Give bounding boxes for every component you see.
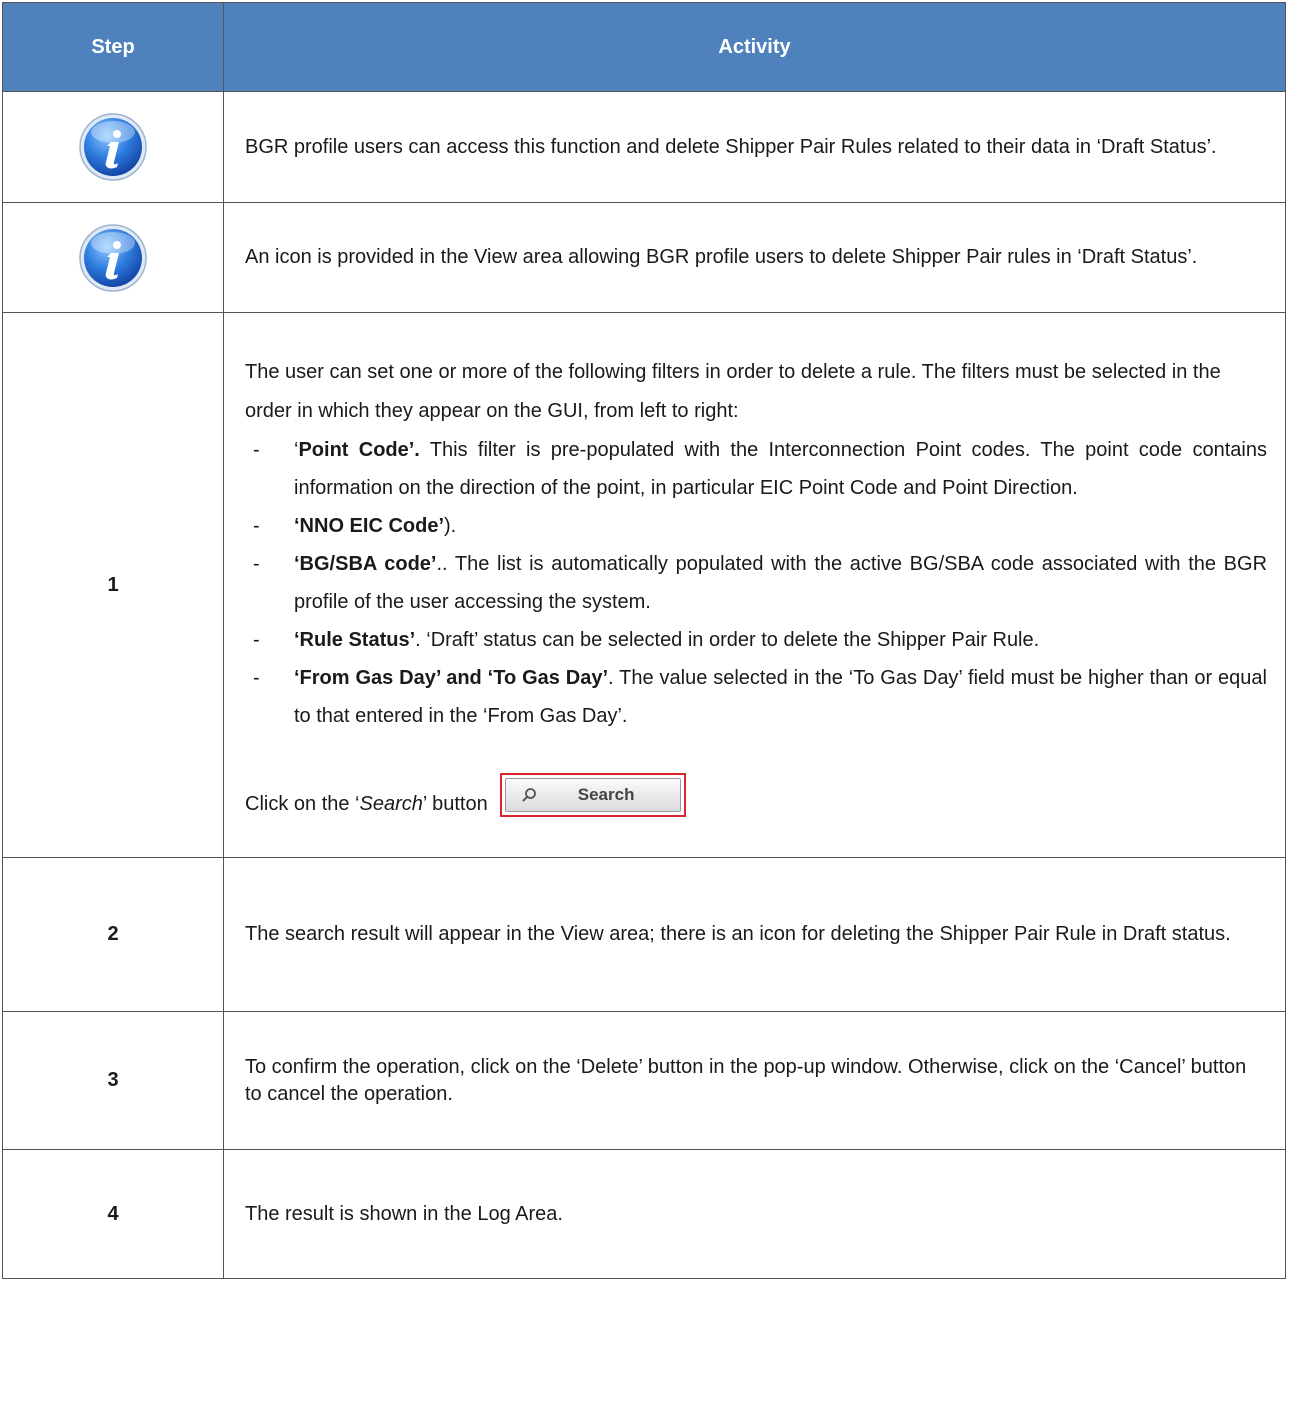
filter-description: This filter is pre-populated with the In… (294, 439, 1267, 499)
activity-cell: An icon is provided in the View area all… (223, 202, 1286, 313)
list-item: - ‘NNO EIC Code’). (253, 515, 457, 537)
activity-cell: The search result will appear in the Vie… (223, 857, 1286, 1012)
list-item: - ‘Point Code’. This filter is pre-popula… (253, 439, 1267, 499)
step-number: 2 (2, 857, 224, 1012)
filter-description: . ‘Draft’ status can be selected in orde… (415, 629, 1040, 651)
list-item: - ‘BG/SBA code’.. The list is automatical… (253, 553, 1268, 613)
search-button[interactable]: Search (504, 778, 681, 812)
table-header-row: Step Activity (2, 2, 1286, 92)
step-number: 1 (2, 312, 224, 858)
search-button-label: Search (577, 784, 635, 804)
filter-name: ‘From Gas Day’ and ‘To Gas Day’ (294, 667, 609, 689)
filter-list: - ‘Point Code’. This filter is pre-popula… (245, 431, 1267, 735)
step-cell (2, 91, 224, 203)
info-icon (79, 223, 147, 292)
search-instruction: Click on the ‘Search’ button Search (245, 773, 1267, 817)
activity-cell: BGR profile users can access this functi… (223, 91, 1286, 203)
filters-intro: The user can set one or more of the foll… (245, 361, 1221, 422)
steps-table: Step Activity BGR profile users can acce… (2, 2, 1286, 1279)
activity-column-header: Activity (223, 2, 1286, 92)
info-icon (79, 113, 147, 181)
activity-cell: To confirm the operation, click on the ‘… (223, 1011, 1286, 1150)
step-number: 3 (2, 1011, 224, 1150)
filter-name: ‘BG/SBA code’ (294, 553, 437, 575)
table-row: BGR profile users can access this functi… (2, 91, 1286, 203)
table-row: 3 To confirm the operation, click on the… (2, 1011, 1286, 1150)
step-cell (2, 202, 224, 313)
info-text: An icon is provided in the View area all… (245, 246, 1198, 268)
table-row: An icon is provided in the View area all… (2, 202, 1286, 313)
list-item: - ‘Rule Status’. ‘Draft’ status can be se… (253, 629, 1040, 651)
list-item: - ‘From Gas Day’ and ‘To Gas Day’. The va… (253, 667, 1267, 727)
filter-description: ). (444, 515, 457, 537)
activity-cell: The result is shown in the Log Area. (223, 1149, 1286, 1279)
table-row: 2 The search result will appear in the V… (2, 857, 1286, 1012)
step-column-header: Step (2, 2, 224, 92)
filter-name: ‘NNO EIC Code’ (294, 515, 445, 537)
filter-description: .. The list is automatically populated w… (294, 553, 1268, 613)
filter-name: ‘Rule Status’ (294, 629, 416, 651)
magnifier-icon (522, 788, 536, 802)
table-row: 4 The result is shown in the Log Area. (2, 1149, 1286, 1279)
table-row: 1 The user can set one or more of the fo… (2, 312, 1286, 858)
filter-name: Point Code’. (298, 439, 420, 461)
activity-cell: The user can set one or more of the foll… (223, 312, 1286, 858)
search-button-highlight: Search (499, 773, 686, 817)
info-text: BGR profile users can access this functi… (245, 135, 1217, 158)
step-number: 4 (2, 1149, 224, 1279)
search-instruction-text: Click on the ‘Search’ button (245, 793, 488, 815)
